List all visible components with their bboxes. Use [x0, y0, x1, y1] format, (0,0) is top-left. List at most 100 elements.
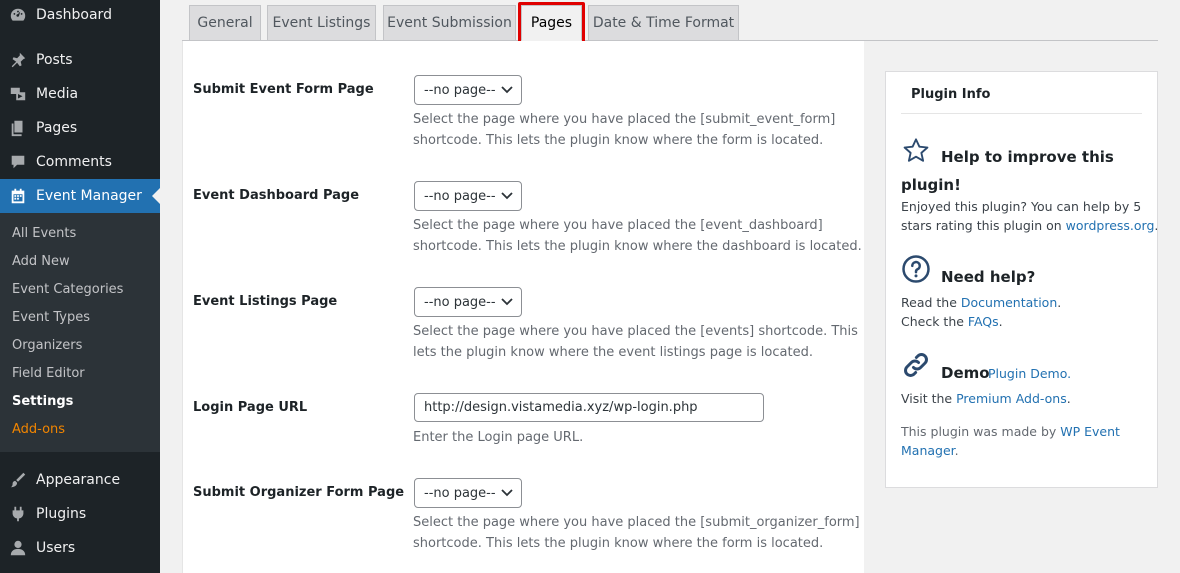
- link-icon: [904, 353, 928, 377]
- visit-prefix: Visit the: [901, 391, 957, 406]
- improve-text-2: stars rating this plugin on wordpress.or…: [901, 216, 1158, 235]
- select-value: --no page--: [424, 82, 496, 98]
- dashboard-icon: [0, 6, 36, 24]
- made-by-line-1: This plugin was made by WP Event: [901, 422, 1120, 441]
- event-dashboard-page-desc-1: Select the page where you have placed th…: [413, 218, 823, 233]
- menu-dashboard-label: Dashboard: [36, 7, 112, 23]
- chevron-down-icon: [501, 86, 513, 94]
- chevron-down-icon: [501, 298, 513, 306]
- submit-event-form-page-label: Submit Event Form Page: [193, 82, 374, 97]
- submenu-add-ons[interactable]: Add-ons: [12, 420, 65, 440]
- event-listings-page-label: Event Listings Page: [193, 294, 338, 309]
- comment-icon: [0, 153, 36, 171]
- tab-event-listings[interactable]: Event Listings: [267, 5, 376, 41]
- premium-add-ons-link[interactable]: Premium Add-ons: [956, 391, 1067, 406]
- select-value: --no page--: [424, 188, 496, 204]
- submenu-event-types[interactable]: Event Types: [12, 308, 90, 328]
- improve-text-1: Enjoyed this plugin? You can help by 5: [901, 199, 1142, 214]
- menu-pages[interactable]: Pages: [0, 111, 160, 145]
- menu-appearance[interactable]: Appearance: [0, 463, 160, 497]
- menu-plugins-label: Plugins: [36, 506, 87, 522]
- brush-icon: [0, 471, 36, 489]
- calendar-icon: [0, 187, 36, 205]
- wp-event-manager-link-1[interactable]: WP Event: [1060, 424, 1120, 439]
- menu-users[interactable]: Users: [0, 531, 160, 565]
- select-value: --no page--: [424, 294, 496, 310]
- tab-pages[interactable]: Pages: [521, 5, 582, 41]
- event-manager-submenu: All Events Add New Event Categories Even…: [0, 213, 160, 452]
- login-page-url-label: Login Page URL: [193, 400, 308, 415]
- menu-posts-label: Posts: [36, 52, 73, 68]
- faqs-link[interactable]: FAQs: [968, 314, 999, 329]
- menu-comments-label: Comments: [36, 154, 112, 170]
- tab-general[interactable]: General: [189, 5, 261, 41]
- submenu-field-editor[interactable]: Field Editor: [12, 364, 85, 384]
- media-icon: [0, 85, 36, 103]
- submenu-all-events[interactable]: All Events: [12, 224, 76, 244]
- menu-event-manager-label: Event Manager: [36, 188, 142, 204]
- menu-users-label: Users: [36, 540, 76, 556]
- submit-organizer-form-page-select[interactable]: --no page--: [414, 478, 522, 508]
- plugin-icon: [0, 505, 36, 523]
- improve-text-2-prefix: stars rating this plugin on: [901, 218, 1066, 233]
- made-by-end: .: [954, 443, 959, 458]
- user-icon: [0, 539, 36, 557]
- improve-heading-1: Help to improve this: [941, 148, 1114, 166]
- submenu-event-categories[interactable]: Event Categories: [12, 280, 123, 300]
- made-by-line-2: Manager.: [901, 441, 959, 460]
- menu-dashboard[interactable]: Dashboard: [0, 0, 160, 32]
- submit-event-form-page-select[interactable]: --no page--: [414, 75, 522, 105]
- menu-media-label: Media: [36, 86, 79, 102]
- wordpress-org-link[interactable]: wordpress.org: [1066, 218, 1155, 233]
- visit-line: Visit the Premium Add-ons.: [901, 389, 1071, 408]
- help-check-prefix: Check the: [901, 314, 968, 329]
- login-page-url-input[interactable]: http://design.vistamedia.xyz/wp-login.ph…: [414, 393, 764, 422]
- event-dashboard-page-desc-2: shortcode. This lets the plugin know whe…: [413, 239, 862, 254]
- submenu-settings[interactable]: Settings: [12, 392, 73, 412]
- pin-icon: [0, 51, 36, 69]
- event-dashboard-page-label: Event Dashboard Page: [193, 188, 360, 203]
- submenu-organizers[interactable]: Organizers: [12, 336, 82, 356]
- login-page-url-value: http://design.vistamedia.xyz/wp-login.ph…: [424, 400, 698, 415]
- event-listings-page-desc-1: Select the page where you have placed th…: [413, 324, 858, 339]
- visit-end: .: [1066, 391, 1071, 406]
- plugin-info-title: Plugin Info: [911, 87, 991, 102]
- event-dashboard-page-select[interactable]: --no page--: [414, 181, 522, 211]
- help-circle-icon: [902, 255, 930, 283]
- menu-media[interactable]: Media: [0, 77, 160, 111]
- star-icon: [903, 138, 929, 162]
- help-check-line: Check the FAQs.: [901, 312, 1003, 331]
- select-value: --no page--: [424, 485, 496, 501]
- admin-sidebar: Dashboard Posts Media Pages Comments Eve…: [0, 0, 160, 573]
- menu-posts[interactable]: Posts: [0, 43, 160, 77]
- chevron-down-icon: [501, 192, 513, 200]
- submit-event-form-page-desc-1: Select the page where you have placed th…: [413, 112, 836, 127]
- submit-organizer-form-page-desc-1: Select the page where you have placed th…: [413, 515, 860, 530]
- wp-event-manager-link-2[interactable]: Manager: [901, 443, 955, 458]
- submit-organizer-form-page-desc-2: shortcode. This lets the plugin know whe…: [413, 536, 824, 551]
- submit-event-form-page-desc-2: shortcode. This lets the plugin know whe…: [413, 133, 824, 148]
- plugin-info-divider: [901, 113, 1142, 114]
- made-by-prefix: This plugin was made by: [901, 424, 1061, 439]
- menu-comments[interactable]: Comments: [0, 145, 160, 179]
- event-listings-page-select[interactable]: --no page--: [414, 287, 522, 317]
- help-read-end: .: [1057, 295, 1062, 310]
- help-check-end: .: [998, 314, 1003, 329]
- menu-appearance-label: Appearance: [36, 472, 121, 488]
- tab-date-time-format[interactable]: Date & Time Format: [588, 5, 739, 41]
- demo-heading: Demo: [941, 364, 990, 382]
- help-read-line: Read the Documentation.: [901, 293, 1061, 312]
- help-read-prefix: Read the: [901, 295, 961, 310]
- login-page-url-desc: Enter the Login page URL.: [413, 430, 584, 445]
- menu-pages-label: Pages: [36, 120, 78, 136]
- chevron-down-icon: [501, 489, 513, 497]
- documentation-link[interactable]: Documentation: [961, 295, 1057, 310]
- plugin-demo-link[interactable]: Plugin Demo.: [988, 364, 1071, 383]
- menu-plugins[interactable]: Plugins: [0, 497, 160, 531]
- pages-icon: [0, 119, 36, 137]
- improve-heading-2: plugin!: [901, 176, 961, 194]
- menu-event-manager[interactable]: Event Manager: [0, 179, 160, 213]
- submenu-add-new[interactable]: Add New: [12, 252, 70, 272]
- improve-text-2-end: .: [1154, 218, 1159, 233]
- tab-event-submission[interactable]: Event Submission: [383, 5, 516, 41]
